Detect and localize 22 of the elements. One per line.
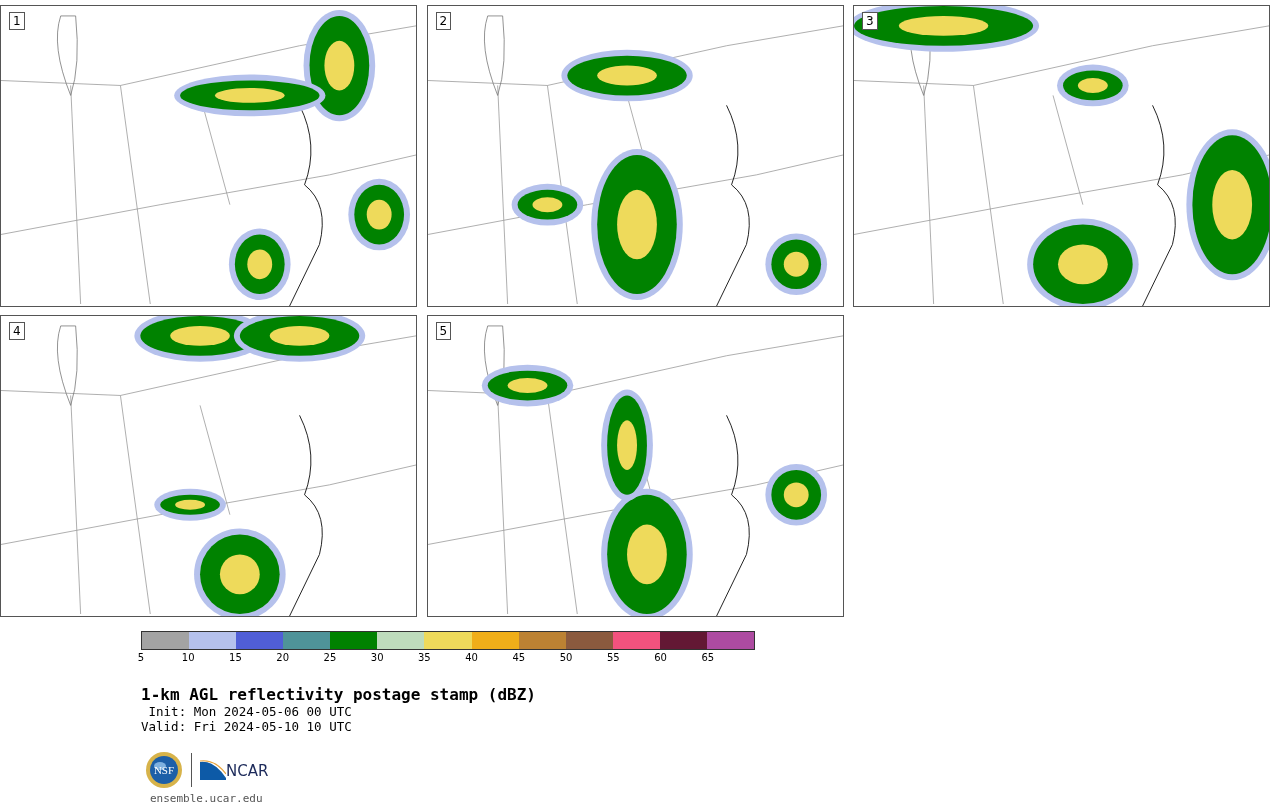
website-link[interactable]: ensemble.ucar.edu bbox=[150, 792, 263, 805]
panel-number: 3 bbox=[862, 12, 878, 30]
tick-label: 40 bbox=[465, 652, 478, 663]
tick-label: 50 bbox=[559, 652, 573, 663]
tick-label: 45 bbox=[512, 652, 526, 663]
globe-logo-icon: NSF bbox=[145, 751, 183, 789]
tick-label: 65 bbox=[701, 652, 715, 663]
tick-label: 35 bbox=[418, 652, 431, 663]
ncar-logo: NCAR bbox=[200, 760, 269, 780]
tick-label: 10 bbox=[181, 652, 195, 663]
tick-label: 55 bbox=[606, 652, 620, 663]
tick-label: 20 bbox=[276, 652, 290, 663]
init-time: Init: Mon 2024-05-06 00 UTC bbox=[147, 704, 353, 719]
chart-title: 1-km AGL reflectivity postage stamp (dBZ) bbox=[141, 686, 537, 704]
tick-label: 5 bbox=[137, 652, 145, 663]
tick-label: 60 bbox=[654, 652, 667, 663]
tick-label: 30 bbox=[370, 652, 384, 663]
tick-label: 15 bbox=[229, 652, 242, 663]
valid-time: Valid: Fri 2024-05-10 10 UTC bbox=[141, 719, 353, 734]
panel-number: 4 bbox=[9, 322, 25, 340]
tick-label: 25 bbox=[323, 652, 337, 663]
panel-number: 1 bbox=[9, 12, 25, 30]
